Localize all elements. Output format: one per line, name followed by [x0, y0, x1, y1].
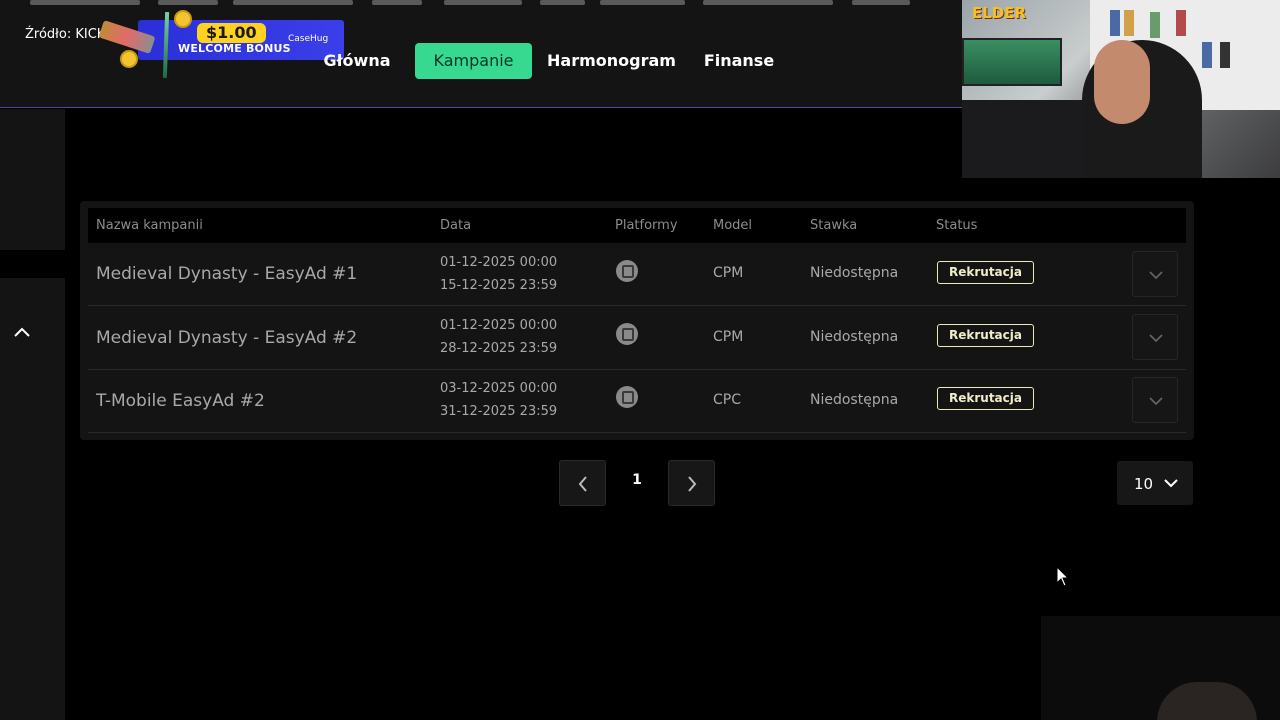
bookmarks-bar: [0, 0, 962, 8]
campaign-start-date: 01-12-2025 00:00: [440, 318, 558, 333]
coin-icon: [174, 10, 192, 28]
header-status: Status: [936, 218, 978, 233]
chevron-right-icon: [688, 476, 697, 492]
top-navbar: Źródło: KICK $1.00 WELCOME BONUS CaseHug…: [0, 8, 962, 108]
nav-item-harmonogram[interactable]: Harmonogram: [547, 43, 676, 79]
chevron-down-icon: [1164, 479, 1178, 488]
campaign-end-date: 28-12-2025 23:59: [440, 341, 558, 356]
campaign-rate: Niedostępna: [810, 392, 899, 408]
campaign-start-date: 03-12-2025 00:00: [440, 381, 558, 396]
chevron-down-icon: [1149, 271, 1163, 280]
sidebar-divider: [0, 250, 65, 278]
campaign-name[interactable]: T-Mobile EasyAd #2: [96, 391, 265, 411]
chevron-up-icon[interactable]: [12, 322, 32, 342]
header-rate: Stawka: [810, 218, 858, 233]
header-platform: Platformy: [615, 218, 678, 233]
nav-item-glowna[interactable]: Główna: [320, 43, 394, 79]
campaign-end-date: 31-12-2025 23:59: [440, 404, 558, 419]
twitch-icon: [616, 386, 638, 408]
webcam-figure: [1157, 682, 1257, 720]
campaign-model: CPM: [713, 265, 744, 281]
campaigns-table: Nazwa kampanii Data Platformy Model Staw…: [80, 201, 1194, 440]
campaign-model: CPC: [713, 392, 741, 408]
promo-amount: $1.00: [197, 23, 266, 43]
promo-banner[interactable]: $1.00 WELCOME BONUS CaseHug: [92, 8, 344, 79]
status-badge: Rekrutacja: [937, 387, 1034, 410]
campaign-end-date: 15-12-2025 23:59: [440, 278, 558, 293]
chevron-down-icon: [1149, 334, 1163, 343]
expand-row-button[interactable]: [1132, 377, 1178, 423]
prev-page-button[interactable]: [559, 460, 606, 506]
campaign-rate: Niedostępna: [810, 265, 899, 281]
twitch-icon: [616, 323, 638, 345]
expand-row-button[interactable]: [1132, 314, 1178, 360]
coin-icon: [120, 50, 138, 68]
rows-per-page-value: 10: [1134, 475, 1154, 493]
next-page-button[interactable]: [668, 460, 715, 506]
campaign-model: CPM: [713, 329, 744, 345]
table-header: Nazwa kampanii Data Platformy Model Staw…: [88, 208, 1186, 243]
chevron-left-icon: [578, 476, 587, 492]
header-name: Nazwa kampanii: [96, 218, 203, 233]
streamer-webcam: ELDER: [962, 0, 1280, 178]
header-model: Model: [713, 218, 753, 233]
rows-per-page-select[interactable]: 10: [1117, 461, 1193, 505]
status-badge: Rekrutacja: [937, 261, 1034, 284]
current-page[interactable]: 1: [627, 472, 647, 488]
desk: [962, 100, 1082, 178]
table-row[interactable]: Medieval Dynasty - EasyAd #2 01-12-2025 …: [88, 307, 1186, 370]
twitch-icon: [616, 260, 638, 282]
expand-row-button[interactable]: [1132, 251, 1178, 297]
secondary-webcam: [1041, 616, 1280, 720]
left-sidebar: [0, 109, 65, 720]
campaign-name[interactable]: Medieval Dynasty - EasyAd #2: [96, 328, 357, 348]
status-badge: Rekrutacja: [937, 324, 1034, 347]
streamer-face: [1094, 40, 1150, 124]
table-row[interactable]: T-Mobile EasyAd #2 03-12-2025 00:00 31-1…: [88, 370, 1186, 433]
nav-item-kampanie[interactable]: Kampanie: [415, 43, 532, 79]
campaign-name[interactable]: Medieval Dynasty - EasyAd #1: [96, 264, 357, 284]
mouse-cursor-icon: [1056, 566, 1070, 587]
promo-text: WELCOME BONUS: [178, 42, 291, 55]
campaign-start-date: 01-12-2025 00:00: [440, 255, 558, 270]
aquarium: [962, 38, 1062, 86]
nav-item-finanse[interactable]: Finanse: [703, 43, 775, 79]
chevron-down-icon: [1149, 397, 1163, 406]
campaign-rate: Niedostępna: [810, 329, 899, 345]
streamer-logo: ELDER: [972, 4, 1027, 22]
table-row[interactable]: Medieval Dynasty - EasyAd #1 01-12-2025 …: [88, 243, 1186, 306]
header-date: Data: [440, 218, 472, 233]
